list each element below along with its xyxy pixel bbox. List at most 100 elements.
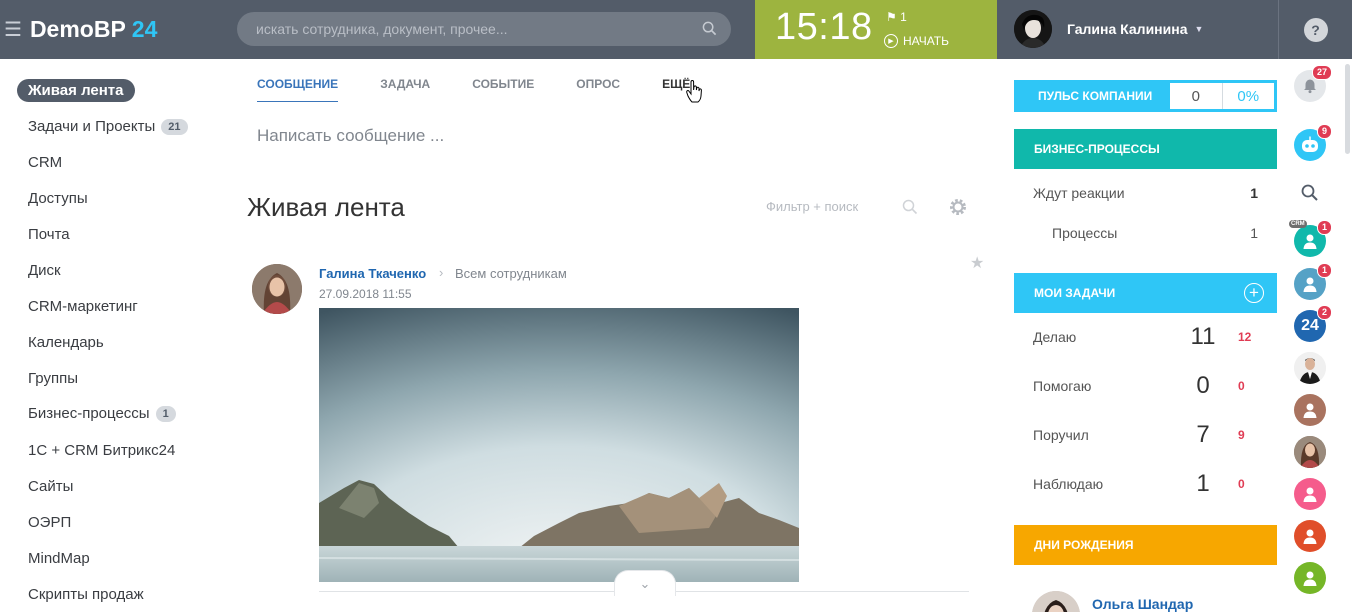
menu-item-calendar[interactable]: Календарь [28, 334, 104, 351]
pulse-value: 0 [1191, 87, 1200, 105]
contact-avatar-5[interactable] [1294, 520, 1326, 552]
tab-message[interactable]: СООБЩЕНИЕ [257, 77, 339, 102]
avatar[interactable] [252, 264, 302, 314]
task-row-count[interactable]: 1 [1188, 470, 1218, 498]
tasks-title: МОИ ЗАДАЧИ [1034, 286, 1116, 300]
avatar[interactable] [1032, 591, 1080, 612]
menu-item-sales-scripts[interactable]: Скрипты продаж [28, 586, 144, 603]
birthdays-title: ДНИ РОЖДЕНИЯ [1034, 538, 1134, 552]
main-content: СООБЩЕНИЕ ЗАДАЧА СОБЫТИЕ ОПРОС ЕЩЁ Напис… [230, 59, 1000, 612]
bp-row-awaiting[interactable]: Ждут реакции 1 [1033, 185, 1258, 201]
tab-poll[interactable]: ОПРОС [576, 77, 620, 102]
help-button[interactable]: ? [1278, 0, 1352, 59]
start-button[interactable]: ▶ НАЧАТЬ [884, 34, 949, 48]
bot-count: 9 [1316, 124, 1332, 139]
search-icon[interactable] [902, 199, 918, 215]
post-image[interactable] [319, 308, 799, 582]
notifications-button[interactable]: 27 [1294, 65, 1332, 102]
logo-number: 24 [131, 16, 158, 42]
menu-item-1c-crm[interactable]: 1С + CRM Битрикс24 [28, 442, 175, 459]
menu-item-crm-marketing[interactable]: CRM-маркетинг [28, 298, 138, 315]
tab-task[interactable]: ЗАДАЧА [380, 77, 430, 102]
pulse-values: 0 0% [1170, 83, 1274, 109]
filter-search[interactable]: Фильтр + поиск [766, 199, 858, 214]
contact-avatar-1[interactable] [1294, 352, 1326, 384]
menu-item-crm[interactable]: CRM [28, 154, 62, 171]
menu-item-access[interactable]: Доступы [28, 190, 88, 207]
user-icon [1303, 277, 1317, 292]
task-row-overdue[interactable]: 0 [1238, 477, 1245, 491]
bp-row-processes[interactable]: Процессы 1 [1052, 225, 1258, 241]
expand-button[interactable]: ⌄ [614, 570, 676, 596]
post-date[interactable]: 27.09.2018 11:55 [319, 287, 412, 301]
menu-item-sites[interactable]: Сайты [28, 478, 73, 495]
post-author-link[interactable]: Галина Ткаченко [319, 266, 426, 281]
add-task-icon[interactable]: + [1244, 283, 1264, 303]
workday-clock[interactable]: 15:18 ⚑ 1 ▶ НАЧАТЬ [755, 0, 997, 59]
logo[interactable]: ☰ DemoBP 24 [0, 0, 157, 59]
contact-avatar-4[interactable] [1294, 478, 1326, 510]
avatar [1014, 10, 1052, 48]
task-row-doing[interactable]: Делаю 11 12 [1033, 323, 1253, 353]
task-row-count[interactable]: 11 [1188, 323, 1218, 351]
menu-item-label: Бизнес-процессы [28, 405, 150, 422]
user-menu[interactable]: Галина Калинина ▼ [1014, 8, 1203, 50]
tasks-widget-header[interactable]: МОИ ЗАДАЧИ + [1014, 273, 1277, 313]
task-row-watching[interactable]: Наблюдаю 1 0 [1033, 470, 1253, 500]
flag-count: 1 [900, 10, 907, 24]
task-row-count[interactable]: 7 [1188, 421, 1218, 449]
post-recipient[interactable]: Всем сотрудникам [455, 266, 567, 281]
crm-contact-button[interactable]: CRM 1 [1289, 220, 1332, 257]
search-input[interactable]: искать сотрудника, документ, прочее... [237, 12, 731, 46]
menu-item-disk[interactable]: Диск [28, 262, 61, 279]
user-icon [1303, 487, 1317, 502]
birthdays-widget-header[interactable]: ДНИ РОЖДЕНИЯ [1014, 525, 1277, 565]
contact-avatar-3[interactable] [1294, 436, 1326, 468]
task-row-overdue[interactable]: 0 [1238, 379, 1245, 393]
menu-icon[interactable]: ☰ [4, 17, 22, 42]
bell-icon [1304, 79, 1316, 94]
menu-item-mail[interactable]: Почта [28, 226, 70, 243]
contact-button[interactable]: 1 [1294, 263, 1332, 300]
menu-item-label: Сайты [28, 478, 74, 495]
notification-count: 27 [1311, 65, 1332, 80]
composer-tabs: СООБЩЕНИЕ ЗАДАЧА СОБЫТИЕ ОПРОС ЕЩЁ [257, 77, 732, 102]
menu-item-groups[interactable]: Группы [28, 370, 78, 387]
contact-avatar-2[interactable] [1294, 394, 1326, 426]
search-contacts-button[interactable] [1294, 177, 1326, 209]
message-input[interactable]: Написать сообщение ... [257, 126, 444, 146]
menu-item-label: MindMap [28, 550, 90, 567]
menu-item-oerp[interactable]: ОЭРП [28, 514, 71, 531]
bitrix24-button[interactable]: 24 2 [1294, 305, 1332, 342]
chevron-down-icon: ⌄ [639, 575, 651, 591]
birthday-person-link[interactable]: Ольга Шандар [1092, 596, 1193, 612]
gear-icon[interactable] [948, 197, 968, 217]
tab-event[interactable]: СОБЫТИЕ [472, 77, 534, 102]
flag-counter[interactable]: ⚑ 1 [886, 10, 907, 24]
menu-item-business-processes[interactable]: Бизнес-процессы 1 [28, 405, 176, 422]
scrollbar[interactable] [1345, 59, 1350, 612]
menu-item-live-feed[interactable]: Живая лента [17, 79, 135, 102]
task-row-count[interactable]: 0 [1188, 372, 1218, 400]
company-pulse[interactable]: ПУЛЬС КОМПАНИИ 0 0% [1014, 80, 1277, 112]
bp-row-value: 1 [1250, 225, 1258, 241]
search-icon[interactable] [702, 21, 717, 36]
chat-bot-button[interactable]: 9 [1294, 124, 1332, 161]
task-row-overdue[interactable]: 9 [1238, 428, 1245, 442]
user-icon [1303, 529, 1317, 544]
crm-count: 1 [1316, 220, 1332, 235]
task-row-assigned[interactable]: Поручил 7 9 [1033, 421, 1253, 451]
bp-widget-header[interactable]: БИЗНЕС-ПРОЦЕССЫ [1014, 129, 1277, 169]
menu-item-tasks[interactable]: Задачи и Проекты 21 [28, 118, 188, 135]
scrollbar-thumb[interactable] [1345, 64, 1350, 154]
hand-cursor-icon [686, 80, 702, 103]
logo-name: DemoBP [29, 16, 126, 42]
user-icon [1303, 403, 1317, 418]
menu-item-label: Диск [28, 262, 61, 279]
task-row-helping[interactable]: Помогаю 0 0 [1033, 372, 1253, 402]
menu-item-mindmap[interactable]: MindMap [28, 550, 90, 567]
page-title: Живая лента [247, 192, 405, 222]
star-icon[interactable]: ★ [970, 253, 984, 273]
task-row-overdue[interactable]: 12 [1238, 330, 1251, 344]
contact-avatar-6[interactable] [1294, 562, 1326, 594]
